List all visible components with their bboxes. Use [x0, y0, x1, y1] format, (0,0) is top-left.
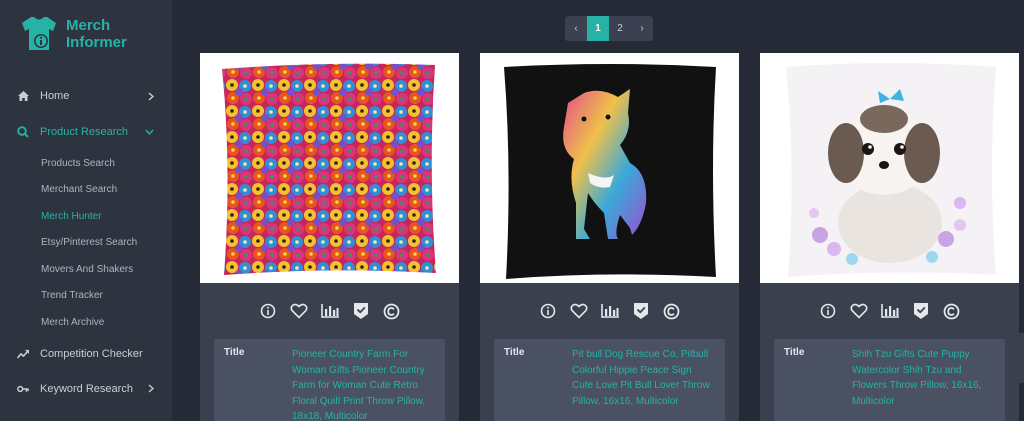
info-icon[interactable] — [258, 301, 278, 321]
copyright-icon[interactable] — [942, 301, 962, 321]
home-icon — [17, 90, 29, 102]
heart-icon[interactable] — [569, 301, 589, 321]
scrollbar[interactable] — [1014, 333, 1024, 383]
product-image[interactable] — [480, 53, 739, 283]
sidebar-item-label: Keyword Research — [40, 382, 133, 395]
sidebar-subitem-movers-and-shakers[interactable]: Movers And Shakers — [0, 256, 172, 283]
sidebar: Merch Informer Home Product Research Pro… — [0, 0, 172, 421]
search-icon — [17, 126, 29, 138]
bar-chart-icon[interactable] — [600, 301, 620, 321]
product-card: Title Shih Tzu Gifts Cute Puppy Watercol… — [760, 53, 1019, 421]
product-image[interactable] — [200, 53, 459, 283]
chevron-right-icon — [148, 82, 154, 110]
sidebar-item-label: Competition Checker — [40, 347, 143, 360]
product-details: Title Shih Tzu Gifts Cute Puppy Watercol… — [774, 339, 1005, 421]
card-action-icons — [480, 283, 739, 339]
tshirt-info-icon — [18, 14, 60, 54]
sidebar-subitem-etsy-pinterest-search[interactable]: Etsy/Pinterest Search — [0, 230, 172, 257]
shield-check-icon[interactable] — [351, 301, 371, 321]
bar-chart-icon[interactable] — [320, 301, 340, 321]
product-details: Title Pioneer Country Farm For Woman Gif… — [214, 339, 445, 421]
product-title-link[interactable]: Pioneer Country Farm For Woman Gifts Pio… — [292, 347, 435, 421]
chevron-right-icon — [148, 375, 154, 403]
next-page-button[interactable]: › — [631, 16, 653, 41]
product-title-link[interactable]: Shih Tzu Gifts Cute Puppy Watercolor Shi… — [852, 347, 995, 421]
brand-line-2: Informer — [66, 34, 127, 51]
sidebar-subitem-products-search[interactable]: Products Search — [0, 150, 172, 177]
product-image[interactable] — [760, 53, 1019, 283]
chevron-down-icon — [145, 118, 154, 146]
title-label: Title — [504, 347, 525, 358]
prev-page-button[interactable]: ‹ — [565, 16, 587, 41]
brand-line-1: Merch — [66, 17, 111, 34]
chart-line-icon — [17, 348, 29, 360]
shield-check-icon[interactable] — [911, 301, 931, 321]
bar-chart-icon[interactable] — [880, 301, 900, 321]
sidebar-subitem-merch-hunter[interactable]: Merch Hunter — [0, 203, 172, 230]
sidebar-nav: Home Product Research Products Search Me… — [0, 82, 172, 403]
heart-icon[interactable] — [289, 301, 309, 321]
sidebar-item-keyword-research[interactable]: Keyword Research — [0, 375, 172, 403]
sidebar-subitem-trend-tracker[interactable]: Trend Tracker — [0, 283, 172, 310]
product-details: Title Pit bull Dog Rescue Co. Pitbull Co… — [494, 339, 725, 421]
sidebar-item-label: Product Research — [40, 126, 129, 138]
product-card: Title Pioneer Country Farm For Woman Gif… — [200, 53, 459, 421]
sidebar-item-label: Home — [40, 90, 70, 102]
card-action-icons — [200, 283, 459, 339]
sidebar-item-home[interactable]: Home — [0, 82, 172, 110]
product-title-link[interactable]: Pit bull Dog Rescue Co. Pitbull Colorful… — [572, 347, 715, 421]
heart-icon[interactable] — [849, 301, 869, 321]
sidebar-item-product-research[interactable]: Product Research — [0, 118, 172, 146]
info-icon[interactable] — [818, 301, 838, 321]
product-card: Title Pit bull Dog Rescue Co. Pitbull Co… — [480, 53, 739, 421]
title-label: Title — [224, 347, 245, 358]
brand-logo[interactable]: Merch Informer — [18, 14, 127, 54]
copyright-icon[interactable] — [382, 301, 402, 321]
sidebar-subitem-merchant-search[interactable]: Merchant Search — [0, 177, 172, 204]
sidebar-subitem-merch-archive[interactable]: Merch Archive — [0, 309, 172, 336]
pagination: ‹ 1 2 › — [565, 16, 653, 41]
key-icon — [17, 383, 29, 395]
shield-check-icon[interactable] — [631, 301, 651, 321]
copyright-icon[interactable] — [662, 301, 682, 321]
info-icon[interactable] — [538, 301, 558, 321]
title-label: Title — [784, 347, 805, 358]
page-1-button[interactable]: 1 — [587, 16, 609, 41]
page-2-button[interactable]: 2 — [609, 16, 631, 41]
sidebar-item-competition-checker[interactable]: Competition Checker — [0, 340, 172, 368]
card-action-icons — [760, 283, 1019, 339]
